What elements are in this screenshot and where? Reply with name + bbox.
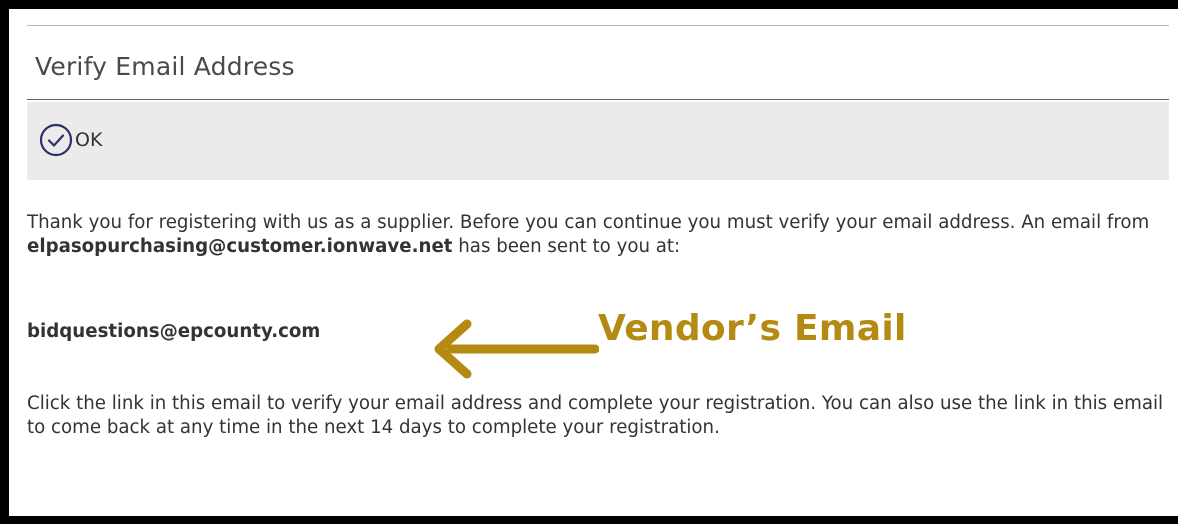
registration-message: Thank you for registering with us as a s… <box>27 211 1165 259</box>
message-intro-end: has been sent to you at: <box>452 236 681 257</box>
instructions-message: Click the link in this email to verify y… <box>27 393 1164 438</box>
sender-email: elpasopurchasing@customer.ionwave.net <box>27 236 453 257</box>
toolbar: OK <box>27 102 1169 180</box>
top-divider <box>27 25 1169 26</box>
message-intro: Thank you for registering with us as a s… <box>27 212 1150 233</box>
page-title: Verify Email Address <box>35 52 295 81</box>
ok-button-label: OK <box>75 129 103 151</box>
ok-button[interactable]: OK <box>39 123 102 157</box>
verify-email-page: Verify Email Address OK Thank you for re… <box>9 9 1169 507</box>
vendor-email-annotation: Vendor’s Email <box>598 308 907 349</box>
check-circle-icon <box>39 123 73 157</box>
left-arrow-icon <box>434 319 599 379</box>
title-divider <box>27 99 1169 100</box>
